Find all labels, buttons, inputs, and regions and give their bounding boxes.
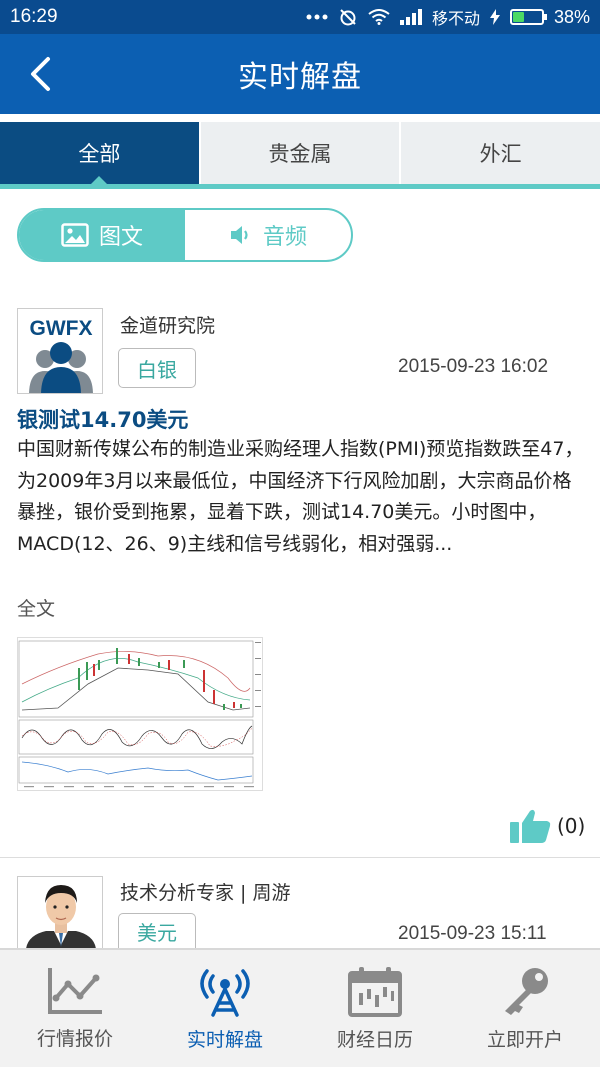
article-summary: 中国财新传媒公布的制造业采购经理人指数(PMI)预览指数跌至47，为2009年3… (17, 438, 584, 555)
post-datetime: 2015-09-23 15:11 (398, 923, 547, 944)
tab-underline (0, 184, 600, 189)
nav-live-analysis[interactable]: 实时解盘 (150, 950, 300, 1067)
article-chart-image[interactable] (17, 637, 263, 791)
status-bar: 16:29 移不动 38% (0, 0, 600, 34)
chevron-left-icon (31, 57, 50, 91)
image-icon (61, 223, 89, 247)
bottom-nav: 行情报价 实时解盘 财经日历 立即开户 (0, 948, 600, 1067)
back-button[interactable] (18, 52, 62, 96)
alarm-off-icon (338, 7, 358, 27)
broadcast-tower-icon (200, 969, 250, 1017)
content-type-switch: 图文 音频 (17, 208, 353, 262)
segment-label: 音频 (262, 225, 307, 250)
line-chart-icon (48, 968, 102, 1014)
carrier-label: 移不动 (431, 9, 480, 28)
like-count: (0) (557, 814, 586, 838)
status-icons: 移不动 38% (306, 5, 590, 29)
nav-label: 行情报价 (36, 1028, 113, 1050)
tab-all[interactable]: 全部 (0, 122, 199, 185)
tab-forex[interactable]: 外汇 (399, 122, 600, 184)
signal-icon (399, 9, 422, 25)
speaker-icon (230, 226, 248, 244)
nav-label: 立即开户 (486, 1029, 563, 1051)
author-name: 金道研究院 (120, 315, 216, 337)
battery-icon (509, 9, 547, 25)
author-avatar (17, 876, 103, 948)
segment-image-text[interactable]: 图文 (19, 210, 185, 260)
nav-open-account[interactable]: 立即开户 (450, 950, 600, 1067)
post-datetime: 2015-09-23 16:02 (398, 356, 549, 377)
segment-label: 图文 (98, 225, 143, 250)
nav-calendar[interactable]: 财经日历 (300, 950, 450, 1067)
segment-audio[interactable]: 音频 (185, 210, 351, 260)
avatar-logo-text: GWFX (30, 317, 93, 340)
nav-label: 财经日历 (336, 1029, 413, 1051)
calendar-icon (348, 967, 402, 1017)
category-tag[interactable]: 美元 (118, 913, 196, 949)
battery-percent: 38% (553, 6, 590, 27)
category-tag[interactable]: 白银 (118, 348, 196, 388)
battery-fill (512, 12, 524, 22)
nav-quotes[interactable]: 行情报价 (0, 950, 150, 1067)
like-button[interactable]: (0) (509, 808, 585, 844)
app-header: 实时解盘 (0, 34, 600, 114)
article-divider (0, 857, 600, 858)
author-name: 技术分析专家 | 周游 (120, 882, 291, 904)
category-tabs: 全部 贵金属 外汇 (0, 122, 600, 185)
key-icon (505, 968, 548, 1015)
wifi-icon (368, 9, 390, 25)
charging-icon (489, 9, 500, 25)
nav-label: 实时解盘 (186, 1029, 263, 1051)
more-dots-icon (306, 14, 328, 20)
status-time: 16:29 (10, 6, 58, 27)
page-title: 实时解盘 (238, 60, 362, 95)
author-avatar: GWFX (17, 308, 103, 394)
tab-precious-metals[interactable]: 贵金属 (198, 122, 400, 184)
full-text-link[interactable]: 全文 (17, 594, 55, 621)
article-headline[interactable]: 银测试14.70美元 (17, 404, 188, 434)
thumbs-up-icon (510, 809, 551, 843)
